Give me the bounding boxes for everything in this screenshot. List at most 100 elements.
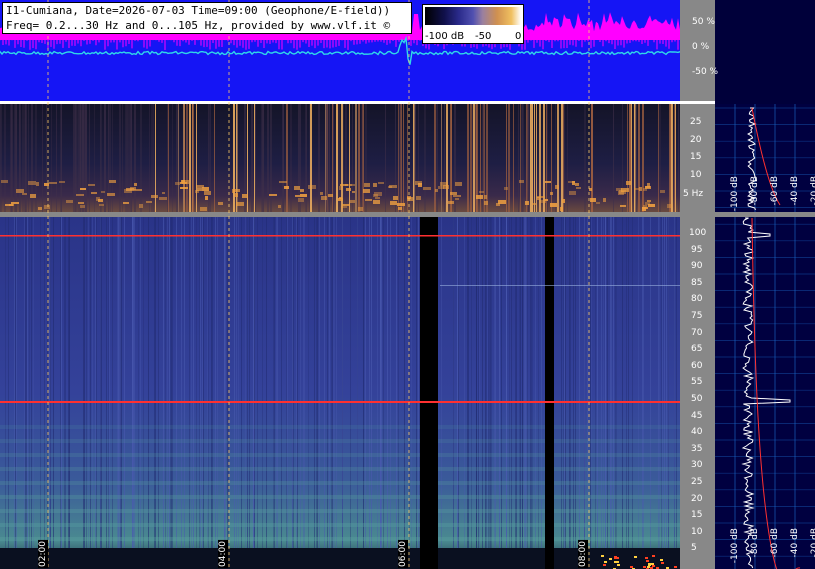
spectral-streak bbox=[86, 217, 87, 569]
side-panel-top bbox=[715, 0, 815, 104]
spectral-streak bbox=[325, 104, 327, 212]
spectral-blob bbox=[5, 204, 13, 206]
spectral-streak bbox=[631, 104, 632, 212]
spectral-blob bbox=[397, 203, 405, 206]
spectral-streak bbox=[20, 104, 21, 212]
spectral-blob bbox=[349, 184, 355, 186]
spectral-blob bbox=[358, 207, 363, 211]
spectral-streak bbox=[482, 217, 483, 569]
spectral-streak bbox=[535, 217, 536, 569]
spectral-streak bbox=[215, 217, 216, 569]
harmonic-band bbox=[0, 467, 680, 471]
spectral-streak bbox=[167, 217, 168, 569]
spectral-streak bbox=[338, 104, 340, 212]
spectral-streak bbox=[192, 104, 194, 212]
spectral-streak bbox=[331, 217, 332, 569]
spectral-blob bbox=[378, 182, 384, 184]
spectral-streak bbox=[399, 104, 401, 212]
spectral-streak bbox=[314, 217, 315, 569]
spectral-blob bbox=[555, 185, 559, 189]
harmonic-band bbox=[0, 425, 680, 429]
spectral-streak bbox=[555, 104, 556, 212]
spectral-streak bbox=[536, 104, 537, 212]
spectral-streak bbox=[287, 217, 288, 569]
hotspot bbox=[660, 559, 663, 561]
side-db-label-low: -20 dB bbox=[810, 176, 815, 206]
spectral-streak bbox=[506, 217, 507, 569]
spectral-streak bbox=[316, 217, 317, 569]
spectral-streak bbox=[211, 217, 212, 569]
spectral-blob bbox=[109, 180, 116, 183]
spectral-streak bbox=[119, 104, 121, 212]
high-frequency-spectrogram bbox=[0, 217, 680, 569]
side-db-label-low: -80 dB bbox=[750, 176, 760, 206]
spectral-blob bbox=[123, 202, 129, 204]
time-label: 06:00 bbox=[398, 540, 408, 568]
spectral-blob bbox=[455, 198, 459, 200]
spectral-streak bbox=[664, 217, 665, 569]
spectral-streak bbox=[217, 217, 218, 569]
spectral-streak bbox=[40, 217, 41, 569]
low-frequency-tick-label: 10 bbox=[690, 170, 702, 180]
spectral-streak bbox=[467, 104, 469, 212]
spectral-streak bbox=[341, 104, 343, 212]
spectral-streak bbox=[165, 217, 166, 569]
spectral-streak bbox=[546, 104, 547, 212]
spectral-streak bbox=[627, 104, 628, 212]
spectral-streak bbox=[495, 217, 496, 569]
spectral-streak bbox=[630, 104, 631, 212]
spectral-streak bbox=[329, 217, 330, 569]
spectral-streak bbox=[525, 217, 526, 569]
spectral-streak bbox=[236, 217, 237, 569]
spectral-blob bbox=[180, 182, 187, 184]
spectral-streak bbox=[446, 104, 448, 212]
spectral-blob bbox=[44, 205, 50, 209]
spectral-streak bbox=[365, 217, 366, 569]
hotspot bbox=[617, 564, 620, 566]
spectral-blob bbox=[393, 196, 398, 200]
spectral-streak bbox=[117, 217, 118, 569]
spectral-blob bbox=[545, 181, 551, 183]
spectral-blob bbox=[346, 188, 351, 191]
data-gap-1 bbox=[420, 217, 438, 569]
spectral-streak bbox=[208, 217, 209, 569]
spectral-blob bbox=[204, 191, 211, 195]
spectral-streak bbox=[530, 217, 531, 569]
spectral-streak bbox=[64, 217, 65, 569]
spectral-streak bbox=[86, 104, 87, 212]
spectral-streak bbox=[352, 104, 353, 212]
spectral-streak bbox=[336, 217, 337, 569]
spectral-streak bbox=[479, 217, 480, 569]
spectral-streak bbox=[595, 217, 596, 569]
spectral-streak bbox=[92, 217, 93, 569]
spectral-streak bbox=[355, 104, 357, 212]
side-db-label-high: -40 dB bbox=[790, 528, 800, 558]
spectral-streak bbox=[224, 217, 225, 569]
spectral-streak bbox=[567, 104, 568, 212]
spectral-streak bbox=[61, 104, 62, 212]
spectral-streak bbox=[501, 217, 502, 569]
spectral-streak bbox=[396, 217, 397, 569]
hotspot bbox=[661, 562, 664, 564]
spectral-streak bbox=[318, 104, 320, 212]
spectral-streak bbox=[274, 217, 275, 569]
spectral-streak bbox=[603, 217, 604, 569]
spectral-streak bbox=[622, 104, 623, 212]
harmonic-band bbox=[0, 439, 680, 443]
spectral-streak bbox=[616, 217, 617, 569]
spectral-streak bbox=[678, 104, 679, 212]
spectral-streak bbox=[209, 104, 210, 212]
spectral-blob bbox=[269, 194, 277, 196]
spectral-streak bbox=[134, 104, 136, 212]
spectral-streak bbox=[579, 217, 580, 569]
spectral-streak bbox=[487, 217, 488, 569]
spectral-streak bbox=[172, 104, 173, 212]
spectral-blob bbox=[200, 207, 207, 211]
spectral-blob bbox=[443, 185, 449, 189]
spectral-blob bbox=[363, 189, 370, 193]
spectral-streak bbox=[380, 217, 381, 569]
spectral-streak bbox=[207, 217, 208, 569]
spectral-streak bbox=[441, 217, 442, 569]
spectral-streak bbox=[44, 217, 45, 569]
spectral-streak bbox=[51, 104, 52, 212]
